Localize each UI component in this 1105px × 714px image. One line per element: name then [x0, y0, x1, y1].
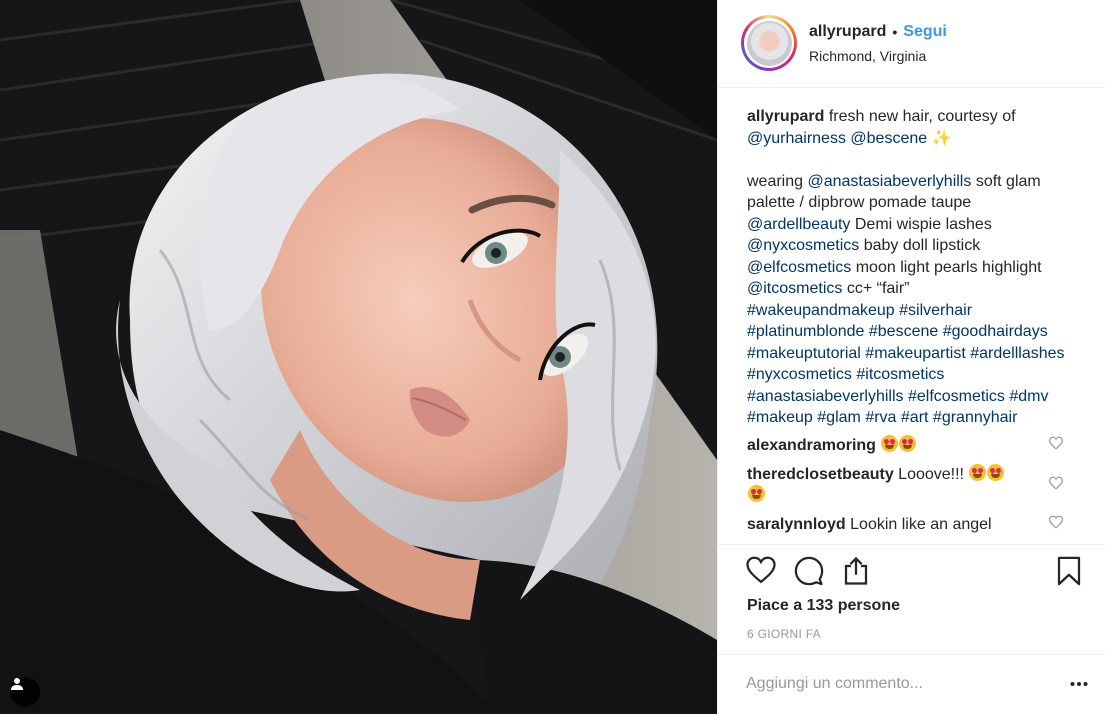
username-row: allyrupard • Segui: [809, 23, 947, 41]
comment-item: alexandramoring: [747, 434, 1076, 456]
comments-section[interactable]: allyrupard fresh new hair, courtesy of @…: [718, 88, 1105, 544]
mention-link[interactable]: @itcosmetics: [747, 280, 842, 297]
separator-dot: •: [892, 24, 898, 40]
sparkles-emoji: ✨: [931, 129, 952, 147]
caption-text: baby doll lipstick: [863, 237, 981, 254]
caption-intro: fresh new hair, courtesy of: [828, 108, 1016, 125]
hashtag-link[interactable]: #dmv: [1009, 388, 1048, 405]
comment-username[interactable]: alexandramoring: [747, 437, 876, 454]
share-icon[interactable]: [842, 556, 870, 591]
hashtag-link[interactable]: #makeuptutorial: [747, 345, 861, 362]
caption: allyrupard fresh new hair, courtesy of @…: [747, 106, 1085, 429]
comment-item: theredclosetbeauty Looove!!!: [747, 463, 1076, 506]
comment-item: saralynnloyd Lookin like an angel: [747, 514, 1076, 535]
post-timestamp[interactable]: 6 GIORNI FA: [747, 627, 821, 641]
avatar[interactable]: [741, 15, 797, 71]
location-link[interactable]: Richmond, Virginia: [809, 48, 926, 64]
bookmark-icon[interactable]: [1056, 556, 1082, 591]
mention-link[interactable]: @yurhairness: [747, 130, 846, 147]
likes-count[interactable]: Piace a 133 persone: [747, 597, 900, 615]
heart-eyes-emoji: [881, 434, 899, 452]
follow-button[interactable]: Segui: [903, 23, 947, 41]
selfie-image: [0, 0, 717, 714]
caption-text: wearing: [747, 172, 804, 190]
post-side-panel: allyrupard • Segui Richmond, Virginia al…: [717, 0, 1105, 714]
mention-link[interactable]: @ardellbeauty: [747, 216, 850, 233]
hashtag-link[interactable]: #elfcosmetics: [908, 388, 1005, 405]
avatar-image: [746, 20, 792, 66]
post-header: allyrupard • Segui Richmond, Virginia: [718, 0, 1105, 88]
hashtag-link[interactable]: #silverhair: [899, 302, 972, 319]
hashtag-link[interactable]: #ardelllashes: [970, 345, 1064, 362]
mention-link[interactable]: @elfcosmetics: [747, 259, 851, 276]
hashtag-link[interactable]: #platinumblonde: [747, 323, 864, 340]
hashtag-list: #wakeupandmakeup #silverhair #platinumbl…: [747, 302, 1065, 427]
caption-username[interactable]: allyrupard: [747, 108, 824, 125]
hashtag-link[interactable]: #grannyhair: [933, 409, 1018, 426]
hashtag-link[interactable]: #wakeupandmakeup: [747, 302, 895, 319]
mention-link[interactable]: @bescene: [850, 130, 927, 147]
hashtag-link[interactable]: #art: [901, 409, 929, 426]
hashtag-link[interactable]: #goodhairdays: [943, 323, 1048, 340]
post-photo[interactable]: [0, 0, 717, 714]
heart-eyes-emoji: [748, 484, 765, 502]
comment-username[interactable]: saralynnloyd: [747, 516, 846, 533]
hashtag-link[interactable]: #itcosmetics: [856, 366, 944, 383]
mention-link[interactable]: @nyxcosmetics: [747, 237, 859, 254]
mention-link[interactable]: @anastasiabeverlyhills: [807, 173, 971, 190]
heart-eyes-emoji: [899, 434, 917, 452]
hashtag-link[interactable]: #glam: [817, 409, 861, 426]
heart-icon[interactable]: [746, 556, 776, 589]
caption-text: Demi wispie lashes: [854, 215, 992, 233]
add-comment-bar: [718, 654, 1105, 714]
comment-input[interactable]: [746, 671, 1046, 697]
comment-text: Looove!!!: [898, 465, 964, 483]
hashtag-link[interactable]: #makeup: [747, 409, 813, 426]
hashtag-link[interactable]: #makeupartist: [865, 345, 966, 362]
comment-username[interactable]: theredclosetbeauty: [747, 466, 894, 483]
comment-text: Lookin like an angel: [850, 515, 992, 533]
hashtag-link[interactable]: #rva: [865, 409, 896, 426]
comment-icon[interactable]: [794, 556, 824, 591]
heart-eyes-emoji: [969, 463, 987, 481]
heart-eyes-emoji: [987, 463, 1005, 481]
hashtag-link[interactable]: #anastasiabeverlyhills: [747, 388, 904, 405]
user-icon: [11, 678, 23, 690]
hashtag-link[interactable]: #bescene: [869, 323, 938, 340]
caption-text: cc+ “fair”: [846, 280, 910, 297]
comment-like-icon[interactable]: [1048, 514, 1064, 535]
ellipsis-icon[interactable]: [1070, 674, 1088, 692]
user-tag-button[interactable]: [10, 677, 40, 707]
comment-like-icon[interactable]: [1048, 435, 1064, 456]
caption-text: moon light pearls highlight: [855, 258, 1042, 276]
hashtag-link[interactable]: #nyxcosmetics: [747, 366, 852, 383]
header-username[interactable]: allyrupard: [809, 23, 886, 41]
comment-like-icon[interactable]: [1048, 474, 1064, 495]
